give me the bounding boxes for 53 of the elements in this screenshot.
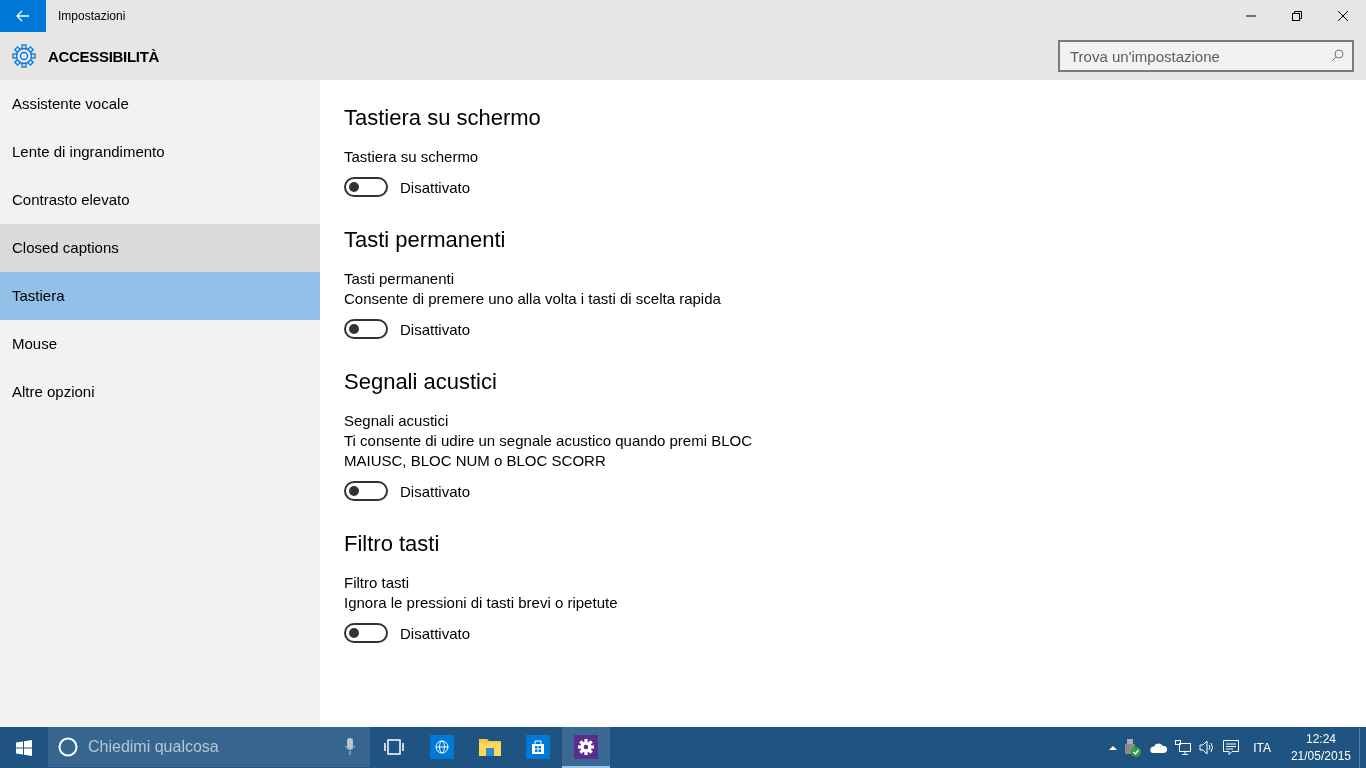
show-hidden-icons-icon [1109, 744, 1118, 751]
network-icon [1175, 740, 1192, 755]
windows-logo-icon [16, 739, 32, 756]
search-icon [1331, 49, 1344, 62]
clock-date[interactable]: 21/05/2015 [1290, 747, 1351, 765]
globe-icon [430, 734, 454, 759]
microphone-icon [344, 738, 356, 756]
sidebar-item[interactable]: Mouse [0, 320, 320, 368]
toggle-switch[interactable] [344, 319, 388, 339]
setting-label: Segnali acustici [344, 411, 450, 431]
circle-icon [58, 737, 78, 757]
sidebar-item[interactable]: Assistente vocale [0, 80, 320, 128]
close-icon [1338, 11, 1348, 21]
gear-icon [12, 44, 36, 68]
section-heading: Segnali acustici [344, 369, 498, 395]
section-heading: Tasti permanenti [344, 227, 507, 253]
language-indicator[interactable]: ITA [1253, 740, 1271, 755]
toggle-state-label: Disattivato [400, 178, 471, 196]
shopping-bag-icon [526, 734, 550, 759]
toggle-switch[interactable] [344, 177, 388, 197]
sidebar-item[interactable]: Tastiera [0, 272, 320, 320]
back-button[interactable] [0, 0, 46, 32]
toggle-state-label: Disattivato [400, 320, 471, 338]
sidebar-item[interactable]: Lente di ingrandimento [0, 128, 320, 176]
sidebar-item[interactable]: Contrasto elevato [0, 176, 320, 224]
notifications-icon [1223, 740, 1240, 755]
setting-description: Ignora le pressioni di tasti brevi o ripetute [344, 593, 619, 613]
window-title: Impostazioni [58, 9, 126, 23]
setting-label: Filtro tasti [344, 573, 410, 593]
toggle-state-label: Disattivato [400, 624, 471, 642]
task-view-icon [384, 738, 404, 755]
back-arrow-icon [16, 10, 30, 22]
usb-drive-icon [1125, 738, 1142, 757]
search-field[interactable]: Trova un'impostazione [1058, 40, 1354, 72]
taskbar-search-field[interactable]: Chiedimi qualcosa [48, 727, 370, 767]
taskbar-app-button[interactable] [562, 727, 610, 768]
setting-description: Consente di premere uno alla volta i tasti di scelta rapida [344, 289, 722, 309]
toggle-switch[interactable] [344, 623, 388, 643]
restore-icon [1292, 11, 1302, 21]
setting-label: Tasti permanenti [344, 269, 456, 289]
toggle-state-label: Disattivato [400, 482, 471, 500]
page-title: ACCESSIBILITÀ [48, 47, 160, 65]
toggle-switch[interactable] [344, 481, 388, 501]
gear-icon [574, 734, 598, 759]
clock-time[interactable]: 12:24 [1305, 730, 1336, 748]
setting-description: Ti consente di udire un segnale acustico quando premi BLOC MAIUSC, BLOC NUM o BLOC SCORR [344, 431, 754, 471]
sidebar-item[interactable]: Altre opzioni [0, 368, 320, 416]
cloud-icon [1149, 740, 1168, 755]
sidebar-item[interactable]: Closed captions [0, 224, 320, 272]
volume-icon [1199, 740, 1216, 755]
setting-label: Tastiera su schermo [344, 147, 480, 167]
section-heading: Tastiera su schermo [344, 105, 542, 131]
section-heading: Filtro tasti [344, 531, 441, 557]
